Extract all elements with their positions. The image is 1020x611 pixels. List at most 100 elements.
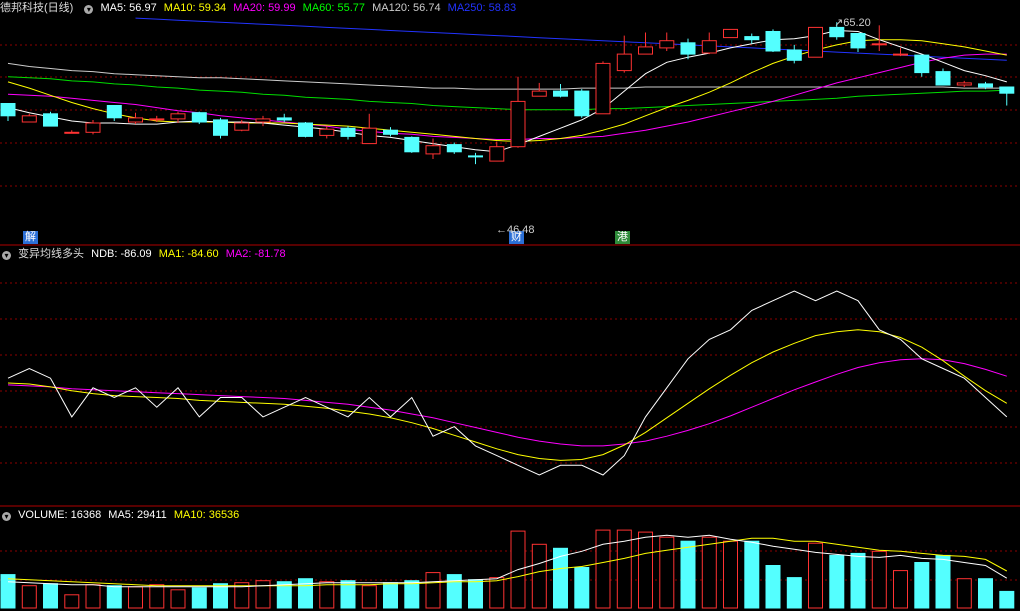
candle-body <box>149 118 165 121</box>
volume-bar <box>383 582 398 609</box>
candle-body <box>786 49 802 61</box>
volume-bar <box>531 543 547 609</box>
legend-ma60: MA60: 55.77 <box>302 2 366 14</box>
volume-bar <box>701 536 717 609</box>
legend-ma250: MA250: 58.83 <box>447 2 517 14</box>
candle-body <box>574 90 590 117</box>
event-tag-unlock[interactable]: 解 <box>23 231 38 244</box>
main-panel-header: 德邦科技(日线) ▾ MA5: 56.97 MA10: 59.34 MA20: … <box>0 0 520 16</box>
candle-body <box>510 100 526 148</box>
candle-body <box>21 115 37 123</box>
candle-body <box>659 40 675 49</box>
candle-body <box>213 119 228 136</box>
candle-body <box>850 33 866 49</box>
candle-body <box>234 122 250 131</box>
legend-ndb-ma2: MA2: -81.78 <box>225 248 286 260</box>
candle-body <box>319 128 335 136</box>
volume-bar <box>574 567 590 609</box>
volume-bar <box>43 583 58 609</box>
candle-body <box>0 103 16 117</box>
candle-body <box>404 136 420 153</box>
candle-body <box>701 40 717 54</box>
ma250-line <box>135 17 1007 61</box>
volume-bar <box>489 577 505 609</box>
legend-ndb: NDB: -86.09 <box>91 248 152 260</box>
volume-bar <box>914 562 930 609</box>
candle-body <box>106 105 122 119</box>
stock-title: 德邦科技(日线) <box>0 2 74 14</box>
candle-body <box>808 26 823 58</box>
indicator-panel-header: ▾ 变异均线多头 NDB: -86.09 MA1: -84.60 MA2: -8… <box>0 246 290 262</box>
dropdown-icon[interactable]: ▾ <box>84 5 94 14</box>
candle-body <box>85 122 101 133</box>
volume-bar <box>893 570 908 609</box>
volume-bar <box>956 578 972 609</box>
legend-ma5: MA5: 56.97 <box>100 2 157 14</box>
volume-bar <box>170 589 186 609</box>
volume-bar <box>361 585 377 609</box>
candle-body <box>871 43 887 46</box>
candle-body <box>361 127 377 145</box>
candle-body <box>553 90 568 97</box>
volume-bar <box>0 574 16 609</box>
legend-vol-ma10: MA10: 36536 <box>173 509 240 521</box>
legend-ndb-ma1: MA1: -84.60 <box>158 248 219 260</box>
ma5-line <box>7 29 1007 153</box>
legend-volume: VOLUME: 16368 <box>18 509 102 521</box>
volume-bar <box>149 584 165 609</box>
volume-bar <box>829 554 845 609</box>
candle-body <box>43 113 58 127</box>
candle-body <box>935 71 951 86</box>
volume-bar <box>850 552 866 609</box>
volume-bar <box>425 572 441 609</box>
volume-bar <box>680 540 696 609</box>
candle-body <box>723 28 738 39</box>
volume-bar <box>64 594 80 609</box>
ndb-ma2-line <box>7 358 1007 447</box>
candle-body <box>956 82 972 86</box>
dropdown-icon[interactable]: ▾ <box>2 512 11 521</box>
candle-body <box>340 127 356 137</box>
candle-body <box>489 146 505 162</box>
candle-body <box>298 122 313 137</box>
candle-body <box>638 46 653 55</box>
dropdown-icon[interactable]: ▾ <box>2 251 11 260</box>
candle-body <box>128 117 143 123</box>
volume-bar <box>85 584 101 609</box>
ma60-line <box>7 76 1007 111</box>
volume-bar <box>765 565 781 609</box>
volume-bar <box>978 578 993 609</box>
candle-body <box>914 54 930 74</box>
event-tag-hk[interactable]: 港 <box>615 231 630 244</box>
volume-bar <box>21 585 37 609</box>
volume-panel-header: ▾ VOLUME: 16368 MA5: 29411 MA10: 36536 <box>0 507 243 523</box>
indicator-name: 变异均线多头 <box>18 248 85 260</box>
volume-bar <box>319 581 335 609</box>
volume-bar <box>106 585 122 609</box>
candle-body <box>531 90 547 97</box>
volume-bar <box>553 547 568 609</box>
candle-body <box>765 31 781 52</box>
candle-body <box>255 118 271 123</box>
low-price-label: ←46.48 <box>496 224 535 236</box>
high-price-label: ↗65.20 <box>834 17 871 29</box>
candle-body <box>468 155 483 158</box>
volume-bar <box>595 529 611 609</box>
candle-body <box>978 83 993 88</box>
legend-ma20: MA20: 59.99 <box>233 2 296 14</box>
candle-body <box>64 131 80 134</box>
candle-body <box>383 129 398 135</box>
candle-body <box>276 117 292 121</box>
candle-body <box>893 53 908 56</box>
ma10-line <box>7 39 1007 143</box>
volume-bar <box>128 586 143 609</box>
volume-bar <box>191 587 207 609</box>
candle-body <box>999 86 1015 94</box>
candle-body <box>616 53 632 72</box>
candle-body <box>425 145 441 155</box>
volume-bar <box>871 550 887 609</box>
candle-body <box>680 42 696 55</box>
volume-bar <box>255 580 271 609</box>
legend-vol-ma5: MA5: 29411 <box>108 509 167 521</box>
volume-bar <box>935 554 951 609</box>
